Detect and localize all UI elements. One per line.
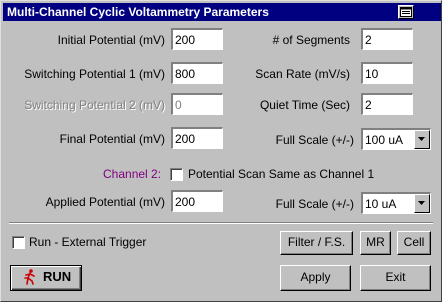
full-scale-1-value: 100 uA xyxy=(365,133,404,147)
full-scale-2-value: 10 uA xyxy=(365,197,397,211)
title-bar[interactable]: Multi-Channel Cyclic Voltammetry Paramet… xyxy=(3,3,441,21)
switching-potential-1-label: Switching Potential 1 (mV) xyxy=(24,67,165,81)
dialog-window: Multi-Channel Cyclic Voltammetry Paramet… xyxy=(0,0,442,302)
mr-button[interactable]: MR xyxy=(360,231,391,255)
quiet-time-label: Quiet Time (Sec) xyxy=(259,98,350,112)
scan-rate-label: Scan Rate (mV/s) xyxy=(255,67,350,81)
applied-potential-label: Applied Potential (mV) xyxy=(45,195,165,209)
external-trigger-label: Run - External Trigger xyxy=(29,235,147,249)
initial-potential-input[interactable]: 200 xyxy=(171,28,223,50)
applied-potential-input[interactable]: 200 xyxy=(171,190,223,212)
window-title: Multi-Channel Cyclic Voltammetry Paramet… xyxy=(7,5,269,19)
full-scale-2-label: Full Scale (+/-) xyxy=(275,197,354,211)
full-scale-2-dropdown-button[interactable] xyxy=(414,194,430,213)
switching-potential-1-input[interactable]: 800 xyxy=(171,62,223,84)
chevron-down-icon xyxy=(418,201,425,205)
external-trigger-checkbox[interactable] xyxy=(12,236,25,249)
run-button[interactable]: RUN xyxy=(10,265,82,291)
switching-potential-2-label: Switching Potential 2 (mV) xyxy=(24,98,165,112)
channel-2-label: Channel 2: xyxy=(103,167,162,181)
segments-label: # of Segments xyxy=(272,33,350,47)
full-scale-1-select[interactable]: 100 uA xyxy=(361,128,431,150)
scan-rate-input[interactable]: 10 xyxy=(361,62,413,84)
running-man-icon xyxy=(24,269,35,285)
segments-input[interactable]: 2 xyxy=(361,28,413,50)
chevron-down-icon xyxy=(418,137,425,141)
switching-potential-2-input: 0 xyxy=(171,93,223,115)
final-potential-input[interactable]: 200 xyxy=(171,127,223,149)
initial-potential-label: Initial Potential (mV) xyxy=(57,33,165,47)
full-scale-2-select[interactable]: 10 uA xyxy=(361,192,431,214)
same-scan-label: Potential Scan Same as Channel 1 xyxy=(188,167,375,181)
full-scale-1-label: Full Scale (+/-) xyxy=(275,133,354,147)
apply-button[interactable]: Apply xyxy=(280,265,351,291)
window-icon xyxy=(400,7,412,17)
final-potential-label: Final Potential (mV) xyxy=(59,132,165,146)
cell-button[interactable]: Cell xyxy=(397,231,431,255)
filter-fs-button[interactable]: Filter / F.S. xyxy=(280,231,353,255)
exit-button[interactable]: Exit xyxy=(360,265,431,291)
run-button-label: RUN xyxy=(43,269,72,284)
quiet-time-input[interactable]: 2 xyxy=(361,93,413,115)
separator xyxy=(9,222,433,224)
full-scale-1-dropdown-button[interactable] xyxy=(414,130,430,149)
same-scan-checkbox[interactable] xyxy=(170,168,183,181)
window-menu-button[interactable] xyxy=(398,5,414,19)
